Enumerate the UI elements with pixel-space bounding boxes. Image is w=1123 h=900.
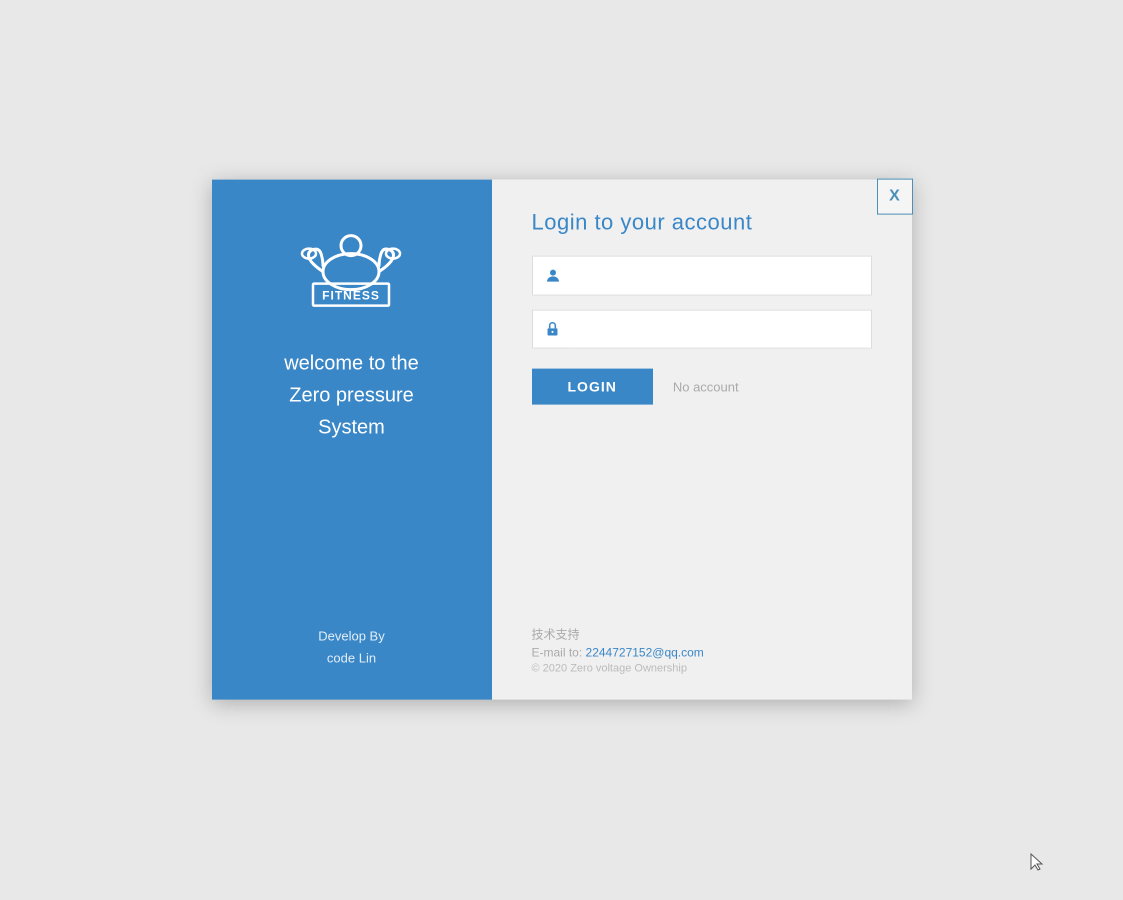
close-icon: X: [889, 188, 900, 206]
user-icon: [533, 257, 573, 295]
form-section: LOGIN No account: [492, 256, 912, 606]
welcome-text: welcome to the Zero pressure System: [284, 348, 419, 444]
close-button[interactable]: X: [877, 179, 913, 215]
develop-section: Develop By code Lin: [318, 625, 384, 669]
no-account-link[interactable]: No account: [673, 379, 739, 394]
fitness-logo: FITNESS: [291, 220, 411, 310]
email-link[interactable]: 2244727152@qq.com: [586, 646, 704, 660]
copyright-text: © 2020 Zero voltage Ownership: [532, 663, 872, 675]
svg-text:FITNESS: FITNESS: [323, 289, 381, 303]
action-row: LOGIN No account: [532, 369, 872, 405]
password-row: [532, 310, 872, 349]
login-title: Login to your account: [492, 180, 912, 256]
cursor-icon: [1029, 852, 1045, 872]
right-panel: Login to your account: [492, 180, 912, 700]
email-row: E-mail to: 2244727152@qq.com: [532, 646, 872, 660]
left-panel: FITNESS welcome to the Zero pressure Sys…: [212, 180, 492, 700]
email-label: E-mail to:: [532, 646, 583, 660]
username-row: [532, 256, 872, 296]
footer-section: 技术支持 E-mail to: 2244727152@qq.com © 2020…: [492, 606, 912, 700]
username-input[interactable]: [573, 258, 871, 294]
develop-label: Develop By: [318, 625, 384, 647]
password-input[interactable]: [573, 311, 871, 347]
login-dialog: X FITNESS welc: [212, 180, 912, 700]
tech-support-label: 技术支持: [532, 626, 872, 643]
login-button[interactable]: LOGIN: [532, 369, 653, 405]
developer-name: code Lin: [318, 648, 384, 670]
lock-icon: [533, 311, 573, 348]
logo-section: FITNESS welcome to the Zero pressure Sys…: [284, 220, 419, 444]
